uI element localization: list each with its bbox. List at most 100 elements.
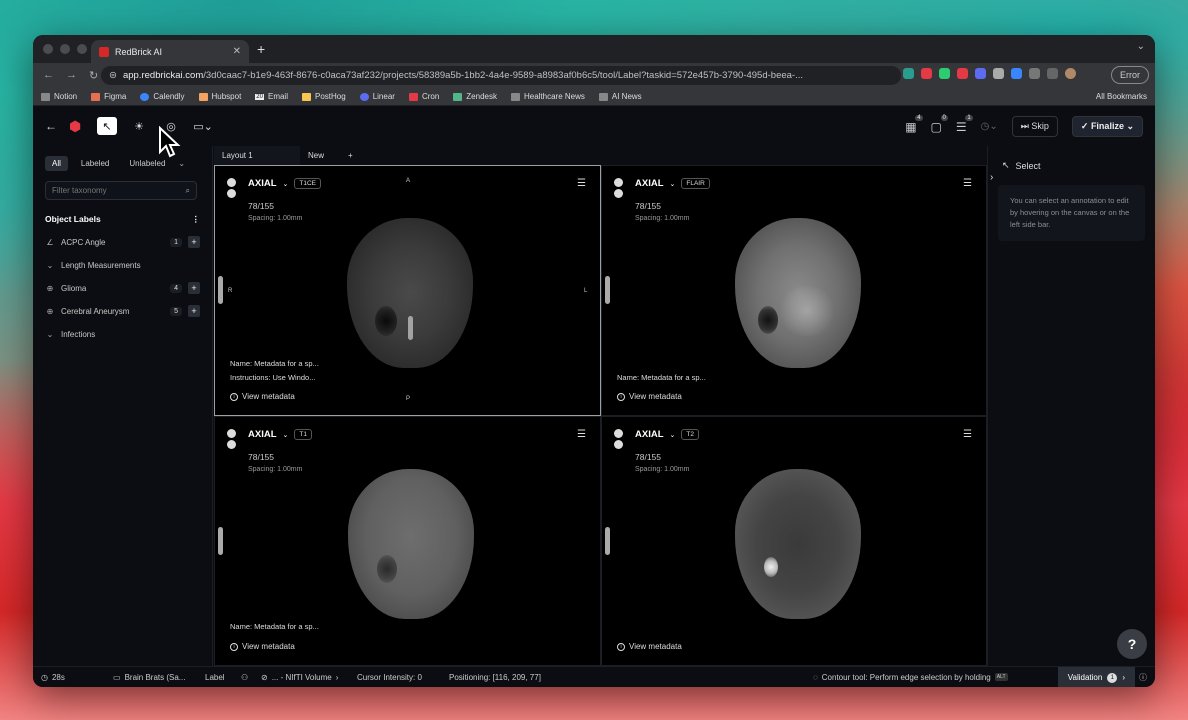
extension-icon[interactable]: [921, 68, 932, 79]
plane-selector[interactable]: AXIAL: [248, 429, 277, 440]
collapse-right-icon[interactable]: ›: [990, 172, 993, 183]
extension-icon[interactable]: [903, 68, 914, 79]
label-item-glioma[interactable]: ⊕ Glioma 4 +: [45, 282, 200, 294]
viewport-menu-icon[interactable]: ☰: [963, 429, 972, 440]
error-button[interactable]: Error: [1111, 66, 1149, 84]
minimize-window-button[interactable]: [60, 44, 70, 54]
hanging-protocol-icon[interactable]: ▦ 4: [905, 114, 923, 134]
all-bookmarks[interactable]: All Bookmarks: [1096, 92, 1147, 101]
filter-labeled[interactable]: Labeled: [74, 156, 116, 171]
validation-button[interactable]: Validation 1 ›: [1057, 667, 1135, 687]
sidepanel-icon[interactable]: [1047, 68, 1058, 79]
bookmark-healthcare-news[interactable]: Healthcare News: [510, 92, 585, 101]
arrow-up-icon[interactable]: [227, 178, 236, 187]
viewport-t2[interactable]: AXIAL ⌄ T2 78/155 Spacing: 1.00mm ☰ i View…: [601, 416, 987, 666]
volume-selector[interactable]: ⊘... - NIfTI Volume ›: [261, 673, 357, 682]
add-label-button[interactable]: +: [188, 236, 200, 248]
chevron-down-icon[interactable]: ⌄: [670, 431, 676, 439]
history-icon[interactable]: ◷⌄: [981, 121, 998, 132]
viewport-t1[interactable]: AXIAL ⌄ T1 78/155 Spacing: 1.00mm ☰ Name:…: [214, 416, 601, 666]
chevron-down-icon[interactable]: ⌄: [670, 180, 676, 188]
bookmark-posthog[interactable]: PostHog: [302, 92, 346, 101]
bookmark-ai-news[interactable]: AI News: [598, 92, 642, 101]
chevron-down-icon[interactable]: ⌄: [283, 180, 289, 188]
avatar[interactable]: [1065, 68, 1076, 79]
taxonomy-search-input[interactable]: Filter taxonomy ⌕: [45, 181, 197, 200]
bookmark-hubspot[interactable]: Hubspot: [198, 92, 241, 101]
slice-slider[interactable]: [605, 527, 610, 555]
bookmark-cron[interactable]: Cron: [408, 92, 439, 101]
arrow-down-icon[interactable]: [614, 189, 623, 198]
extension-icon[interactable]: [975, 68, 986, 79]
plane-selector[interactable]: AXIAL: [635, 178, 664, 189]
viewport-flair[interactable]: AXIAL ⌄ FLAIR 78/155 Spacing: 1.00mm ☰ Na…: [601, 165, 987, 416]
view-metadata-link[interactable]: i View metadata: [617, 642, 682, 651]
add-label-button[interactable]: +: [188, 305, 200, 317]
chevron-down-icon[interactable]: ⌄: [283, 431, 289, 439]
back-arrow-icon[interactable]: ←: [43, 69, 54, 82]
bookmark-email[interactable]: 20 Email: [255, 92, 288, 101]
viewport-menu-icon[interactable]: ☰: [963, 178, 972, 189]
slice-slider[interactable]: [605, 276, 610, 304]
url-field[interactable]: ⊜ app.redbrickai.com/3d0caac7-b1e9-463f-…: [101, 66, 901, 85]
arrow-down-icon[interactable]: [227, 440, 236, 449]
tab-layout-1[interactable]: Layout 1: [214, 146, 300, 165]
label-group-infections[interactable]: ⌄ Infections: [45, 328, 200, 340]
tab-new[interactable]: New: [300, 146, 340, 165]
arrow-up-icon[interactable]: [614, 178, 623, 187]
view-metadata-link[interactable]: i View metadata: [617, 392, 682, 401]
info-icon[interactable]: ⓘ: [1139, 672, 1147, 683]
workflow-icon[interactable]: ⚇: [241, 673, 261, 682]
chevron-down-icon[interactable]: ⌄: [178, 159, 185, 168]
new-tab-icon[interactable]: +: [257, 41, 265, 57]
viewport-menu-icon[interactable]: ☰: [577, 429, 586, 440]
view-metadata-link[interactable]: i View metadata: [230, 392, 295, 401]
extension-icon[interactable]: [939, 68, 950, 79]
filter-all[interactable]: All: [45, 156, 68, 171]
maximize-window-button[interactable]: [77, 44, 87, 54]
site-info-icon[interactable]: ⊜: [109, 70, 117, 81]
bookmark-linear[interactable]: Linear: [359, 92, 395, 101]
bookmark-calendly[interactable]: Calendly: [140, 92, 185, 101]
list-icon[interactable]: ☰ 1: [956, 114, 973, 134]
label-item-cerebral-aneurysm[interactable]: ⊕ Cerebral Aneurysm 5 +: [45, 305, 200, 317]
label-group-length-measurements[interactable]: ⌄ Length Measurements: [45, 259, 200, 271]
viewport-t1ce[interactable]: AXIAL ⌄ T1CE 78/155 Spacing: 1.00mm ☰ A P…: [214, 165, 601, 416]
comments-icon[interactable]: ▢ 0: [931, 114, 948, 134]
brightness-tool-button[interactable]: ☀: [129, 117, 149, 135]
add-layout-button[interactable]: +: [340, 146, 426, 165]
arrow-up-icon[interactable]: [614, 429, 623, 438]
select-tool-button[interactable]: ↖: [97, 117, 117, 135]
slice-slider[interactable]: [218, 276, 223, 304]
arrow-down-icon[interactable]: [227, 189, 236, 198]
reload-icon[interactable]: ↻: [89, 69, 98, 82]
help-button[interactable]: ?: [1117, 629, 1147, 659]
extension-icon[interactable]: [957, 68, 968, 79]
extension-icon[interactable]: [1011, 68, 1022, 79]
tab-search-chevron-icon[interactable]: ⌄: [1137, 41, 1145, 52]
slice-slider[interactable]: [218, 527, 223, 555]
dataset-info[interactable]: ▭ Brain Brats (Sa...: [113, 673, 205, 682]
finalize-button[interactable]: ✓ Finalize ⌄: [1071, 116, 1143, 137]
add-label-button[interactable]: +: [188, 282, 200, 294]
forward-arrow-icon[interactable]: →: [66, 69, 77, 82]
back-arrow-icon[interactable]: ←: [45, 119, 57, 133]
close-window-button[interactable]: [43, 44, 53, 54]
view-metadata-link[interactable]: i View metadata: [230, 642, 295, 651]
bookmark-figma[interactable]: Figma: [91, 92, 126, 101]
layout-tool-button[interactable]: ▭⌄: [193, 117, 213, 135]
arrow-down-icon[interactable]: [614, 440, 623, 449]
label-item-acpc-angle[interactable]: ∠ ACPC Angle 1 +: [45, 236, 200, 248]
close-tab-icon[interactable]: ✕: [233, 46, 241, 57]
bookmark-notion[interactable]: Notion: [41, 92, 77, 101]
skip-button[interactable]: ⏭ Skip: [1011, 116, 1058, 137]
plane-selector[interactable]: AXIAL: [248, 178, 277, 189]
extension-icon[interactable]: [993, 68, 1004, 79]
viewport-menu-icon[interactable]: ☰: [577, 178, 586, 189]
plane-selector[interactable]: AXIAL: [635, 429, 664, 440]
arrow-up-icon[interactable]: [227, 429, 236, 438]
browser-tab[interactable]: RedBrick AI ✕: [91, 40, 249, 63]
puzzle-icon[interactable]: [1029, 68, 1040, 79]
bookmark-zendesk[interactable]: Zendesk: [453, 92, 497, 101]
more-options-icon[interactable]: ⋮: [192, 214, 201, 225]
